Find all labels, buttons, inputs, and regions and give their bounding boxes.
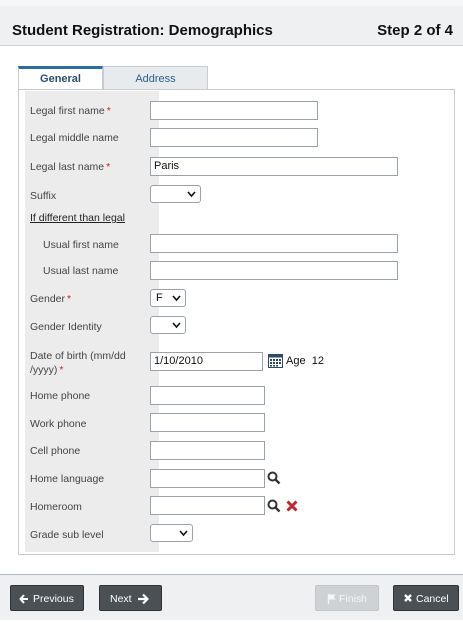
- dob-input[interactable]: 1/10/2010: [150, 352, 263, 371]
- finish-label: Finish: [339, 593, 368, 605]
- chevron-down-icon: [187, 187, 196, 203]
- legal-first-name-label: Legal first name *: [30, 105, 111, 117]
- header-strip: [0, 0, 463, 6]
- footer-bar: Previous Next Finish Cancel: [0, 574, 463, 620]
- previous-label: Previous: [33, 593, 74, 605]
- usual-last-name-label: Usual last name: [43, 265, 119, 277]
- legal-last-name-label: Legal last name *: [30, 161, 111, 173]
- header-bar: Student Registration: Demographics Step …: [0, 0, 463, 46]
- arrow-left-icon: [19, 586, 29, 622]
- search-icon[interactable]: [267, 471, 281, 490]
- usual-first-name-input[interactable]: [150, 234, 398, 253]
- next-label: Next: [110, 593, 132, 605]
- chevron-down-icon: [172, 291, 181, 307]
- suffix-label: Suffix: [30, 190, 57, 202]
- delete-icon[interactable]: [286, 499, 298, 518]
- previous-button[interactable]: Previous: [10, 585, 84, 611]
- cell-phone-input[interactable]: [150, 441, 265, 460]
- gender-identity-label: Gender Identity: [30, 321, 102, 333]
- usual-last-name-input[interactable]: [150, 261, 398, 280]
- arrow-right-icon: [137, 586, 150, 622]
- flag-icon: [327, 586, 337, 622]
- cancel-button[interactable]: Cancel: [393, 585, 459, 611]
- usual-first-name-label: Usual first name: [43, 239, 119, 251]
- homeroom-label: Homeroom: [30, 501, 82, 513]
- gender-value: F: [156, 292, 163, 304]
- grade-sub-level-label: Grade sub level: [30, 529, 104, 541]
- home-language-input[interactable]: [150, 469, 265, 488]
- gender-label: Gender *: [30, 293, 72, 305]
- homeroom-input[interactable]: [150, 496, 265, 515]
- gender-identity-select[interactable]: [150, 316, 186, 334]
- finish-button[interactable]: Finish: [315, 585, 379, 611]
- cancel-label: Cancel: [416, 593, 449, 605]
- calendar-icon[interactable]: [268, 354, 283, 373]
- close-icon: [403, 586, 413, 622]
- tab-general[interactable]: General: [18, 66, 103, 90]
- cell-phone-label: Cell phone: [30, 445, 81, 457]
- legal-middle-name-label: Legal middle name: [30, 132, 119, 144]
- gender-select[interactable]: F: [150, 289, 186, 307]
- chevron-down-icon: [179, 526, 188, 542]
- home-phone-label: Home phone: [30, 390, 91, 402]
- age-readout: Age 12: [286, 355, 324, 367]
- suffix-select[interactable]: [150, 185, 201, 203]
- legal-first-name-input[interactable]: [150, 101, 318, 120]
- tab-address[interactable]: Address: [103, 66, 208, 90]
- page-title: Student Registration: Demographics: [12, 22, 273, 39]
- chevron-down-icon: [172, 318, 181, 334]
- work-phone-input[interactable]: [150, 413, 265, 432]
- search-icon[interactable]: [267, 499, 281, 518]
- next-button[interactable]: Next: [99, 585, 162, 611]
- legal-last-name-input[interactable]: Paris: [150, 157, 398, 176]
- legal-middle-name-input[interactable]: [150, 128, 318, 147]
- home-phone-input[interactable]: [150, 386, 265, 405]
- form-panel: Legal first name * Legal middle name Lega…: [18, 89, 455, 555]
- work-phone-label: Work phone: [30, 418, 87, 430]
- grade-sub-level-select[interactable]: [150, 524, 193, 542]
- home-language-label: Home language: [30, 473, 105, 485]
- dob-label: Date of birth (mm/dd /yyyy) *: [30, 350, 126, 376]
- different-than-legal-link[interactable]: If different than legal: [30, 212, 125, 224]
- step-indicator: Step 2 of 4: [377, 22, 453, 39]
